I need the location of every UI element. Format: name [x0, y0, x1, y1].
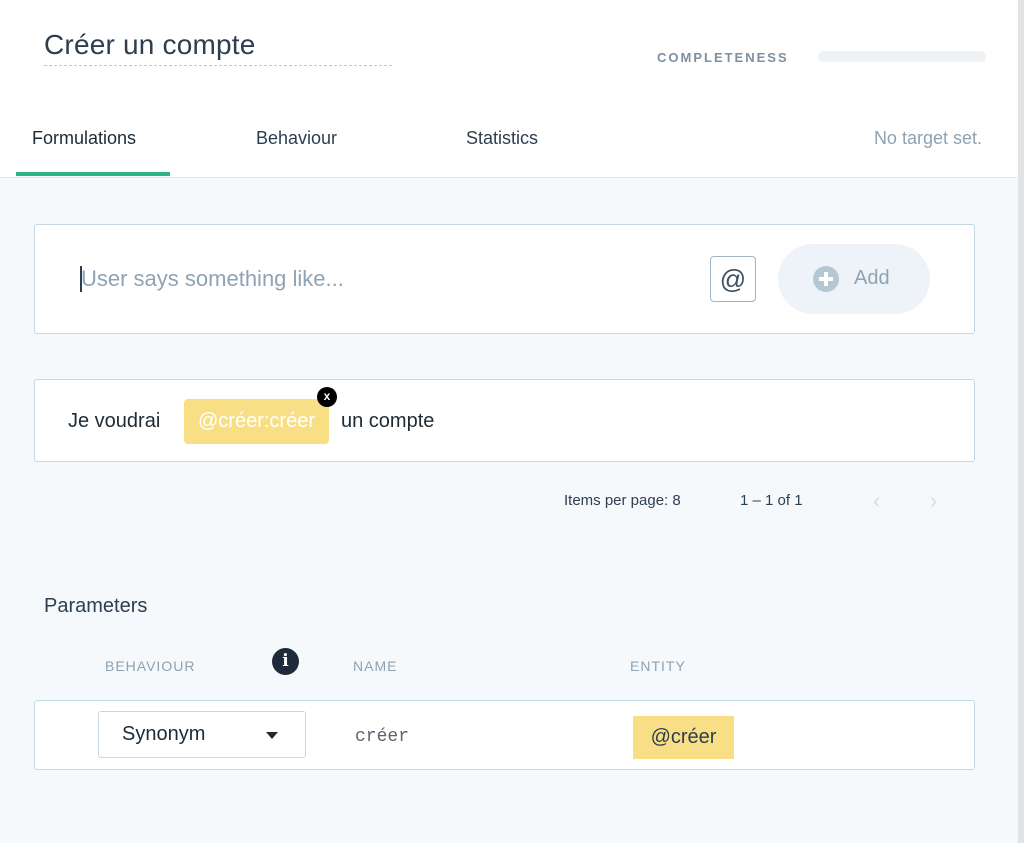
remove-entity-icon[interactable]: x: [317, 387, 337, 407]
add-button-label: Add: [854, 267, 890, 289]
formulation-input-card: @ Add: [34, 224, 975, 334]
entity-at-button[interactable]: @: [710, 256, 756, 302]
formulation-prefix: Je voudrai: [68, 410, 161, 432]
scrollbar-track[interactable]: [1018, 0, 1024, 843]
tab-statistics[interactable]: Statistics: [466, 128, 538, 149]
intent-title[interactable]: Créer un compte: [44, 28, 392, 62]
add-button[interactable]: Add: [778, 244, 930, 314]
behaviour-select-value: Synonym: [122, 723, 206, 745]
parameters-title: Parameters: [44, 595, 148, 617]
chevron-right-icon[interactable]: ›: [930, 488, 937, 514]
entity-chip[interactable]: @créer:créer: [184, 399, 329, 444]
column-header-behaviour: BEHAVIOUR: [105, 658, 196, 674]
behaviour-select[interactable]: Synonym: [98, 711, 306, 758]
items-per-page[interactable]: Items per page: 8: [564, 492, 681, 509]
column-header-name: NAME: [353, 658, 398, 674]
column-header-entity: ENTITY: [630, 658, 686, 674]
intent-title-field[interactable]: Créer un compte: [44, 28, 392, 66]
intent-header: Créer un compte COMPLETENESS Formulation…: [0, 0, 1024, 178]
tab-formulations[interactable]: Formulations: [32, 128, 136, 149]
plus-circle-icon: [813, 266, 839, 292]
parameter-entity[interactable]: @créer: [633, 716, 734, 759]
text-cursor: [80, 266, 82, 292]
caret-down-icon: [266, 732, 278, 739]
formulation-item[interactable]: Je voudrai @créer:créer x un compte: [34, 379, 975, 462]
tab-behaviour[interactable]: Behaviour: [256, 128, 337, 149]
info-icon[interactable]: i: [272, 648, 299, 675]
active-tab-indicator: [16, 172, 170, 176]
user-says-input[interactable]: [81, 261, 681, 297]
formulation-suffix: un compte: [341, 410, 435, 432]
target-status: No target set.: [873, 128, 982, 148]
parameter-name: créer: [355, 727, 410, 747]
chevron-left-icon[interactable]: ‹: [873, 488, 880, 514]
parameter-row: Synonym créer @créer: [34, 700, 975, 770]
pagination-range: 1 – 1 of 1: [740, 492, 803, 509]
completeness-bar: [818, 51, 986, 62]
completeness-label: COMPLETENESS: [657, 50, 789, 65]
